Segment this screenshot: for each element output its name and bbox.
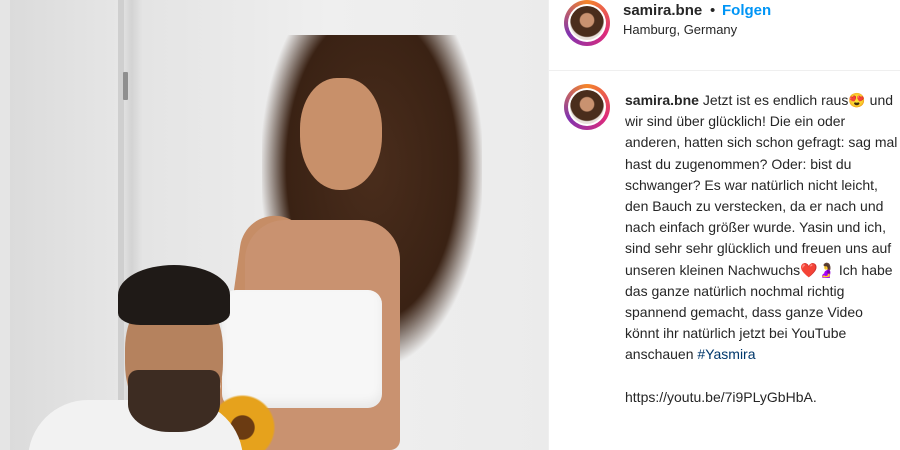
post-photo[interactable] <box>0 0 549 450</box>
caption-text: Jetzt ist es endlich raus😍 und wir sind … <box>625 92 898 363</box>
caption-avatar[interactable] <box>564 84 610 130</box>
header-username[interactable]: samira.bne <box>623 2 702 19</box>
caption-username[interactable]: samira.bne <box>625 92 699 108</box>
youtube-link[interactable]: https://youtu.be/7i9PLyGbHbA. <box>625 387 900 408</box>
door-hinge <box>123 72 128 100</box>
man-hair <box>118 265 230 325</box>
caption: samira.bne Jetzt ist es endlich raus😍 un… <box>625 90 900 408</box>
door-frame <box>118 0 124 450</box>
man-beard <box>128 370 220 432</box>
avatar-image <box>570 6 604 40</box>
hashtag-link[interactable]: #Yasmira <box>697 346 755 362</box>
avatar-image <box>570 90 604 124</box>
location-link[interactable]: Hamburg, Germany <box>623 22 737 37</box>
instagram-post: samira.bne • Folgen Hamburg, Germany sam… <box>0 0 900 450</box>
separator-dot: • <box>710 2 716 19</box>
follow-button[interactable]: Folgen <box>722 2 771 19</box>
header-avatar[interactable] <box>564 0 610 46</box>
woman-face <box>300 78 382 190</box>
photo-edge <box>0 0 10 450</box>
